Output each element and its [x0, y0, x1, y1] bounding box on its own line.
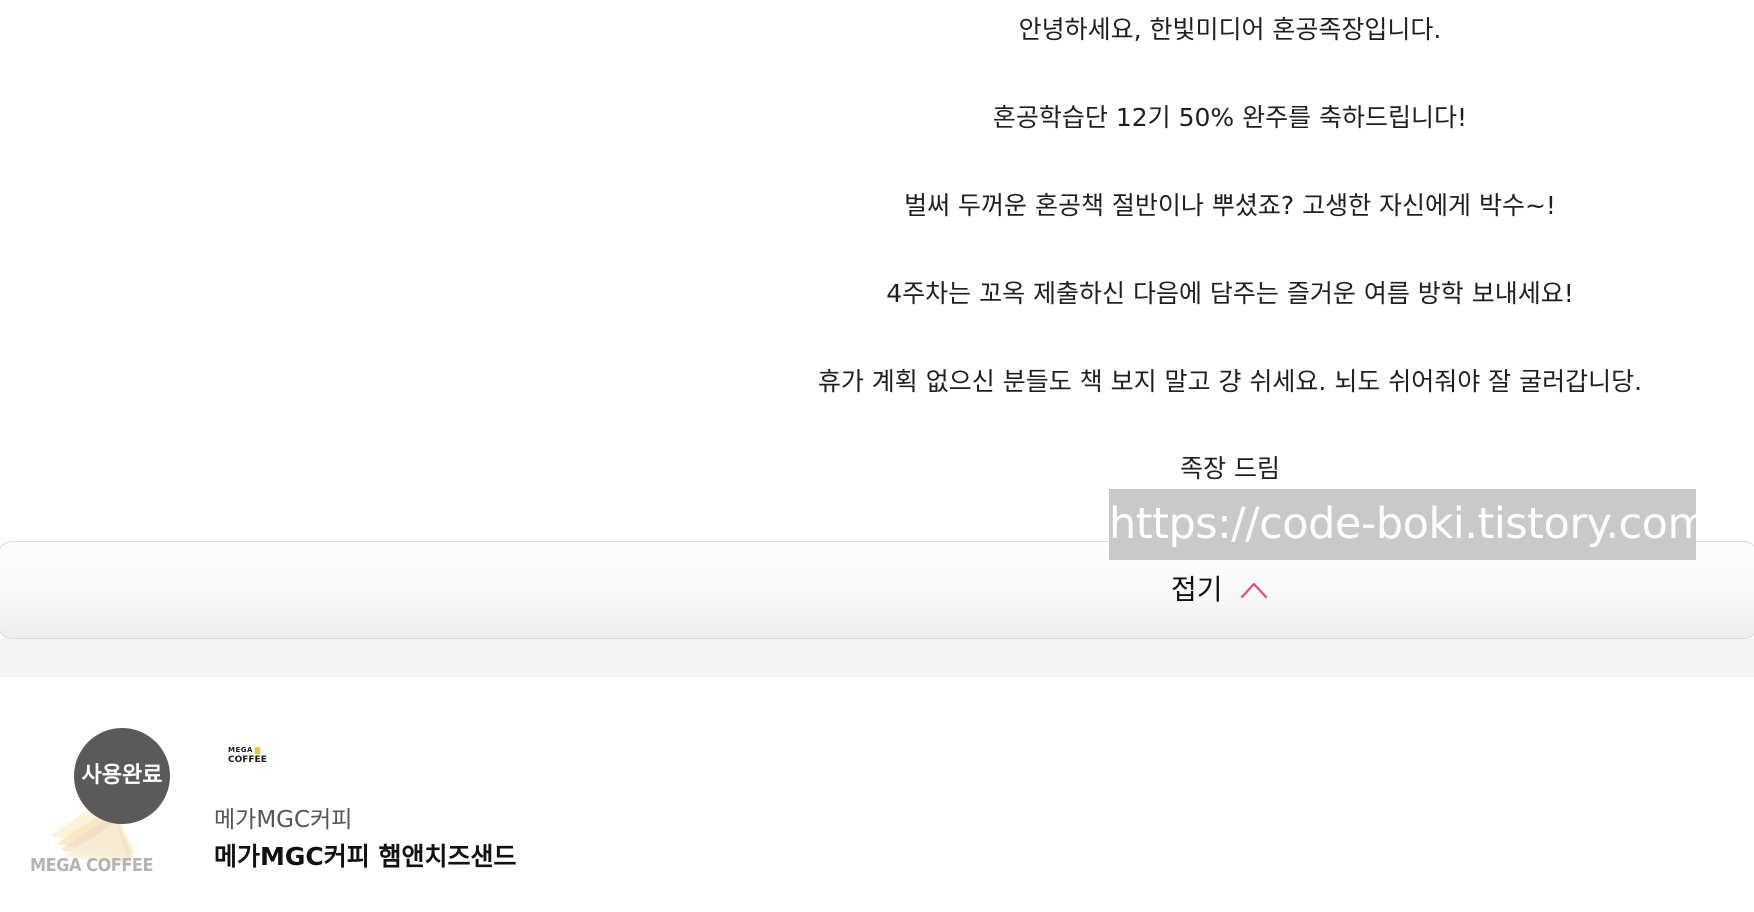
- product-name: 메가MGC커피 햄앤치즈샌드: [214, 842, 517, 871]
- brand-name: 메가MGC커피: [214, 807, 353, 833]
- message-signature: 족장 드림: [1180, 454, 1280, 483]
- section-divider: [0, 639, 1754, 677]
- product-thumbnail: 사용완료 MEGA COFFEE: [28, 726, 170, 906]
- thumbnail-brand-text: MEGA COFFEE: [30, 855, 154, 876]
- coupon-card[interactable]: 사용완료 MEGA COFFEE MEGA COFFEE 메가MGC커피 메가M…: [0, 677, 1754, 912]
- mega-coffee-logo-icon: MEGA COFFEE: [228, 747, 268, 777]
- watermark: https://code-boki.tistory.com: [1109, 489, 1696, 560]
- page: 안녕하세요, 한빛미디어 혼공족장입니다. 혼공학습단 12기 50% 완주를 …: [0, 0, 1754, 912]
- chevron-up-icon: [1240, 582, 1267, 599]
- collapse-button[interactable]: 접기: [1171, 570, 1269, 610]
- message-line: 안녕하세요, 한빛미디어 혼공족장입니다.: [1018, 15, 1442, 44]
- message-line: 벌써 두꺼운 혼공책 절반이나 뿌셨죠? 고생한 자신에게 박수~!: [904, 191, 1556, 220]
- logo-text-bottom: COFFEE: [228, 755, 267, 765]
- logo-cup-mark: [255, 747, 260, 754]
- used-status-badge: 사용완료: [74, 728, 170, 824]
- message-line: 혼공학습단 12기 50% 완주를 축하드립니다!: [992, 103, 1468, 132]
- message-line: 휴가 계획 없으신 분들도 책 보지 말고 걍 쉬세요. 뇌도 쉬어줘야 잘 굴…: [817, 367, 1643, 396]
- collapse-label: 접기: [1171, 573, 1223, 606]
- thumbnail-brand-logo: MEGA COFFEE: [30, 855, 154, 876]
- logo-text-top: MEGA: [228, 746, 253, 754]
- message-line: 4주차는 꼬옥 제출하신 다음에 담주는 즐거운 여름 방학 보내세요!: [886, 279, 1574, 308]
